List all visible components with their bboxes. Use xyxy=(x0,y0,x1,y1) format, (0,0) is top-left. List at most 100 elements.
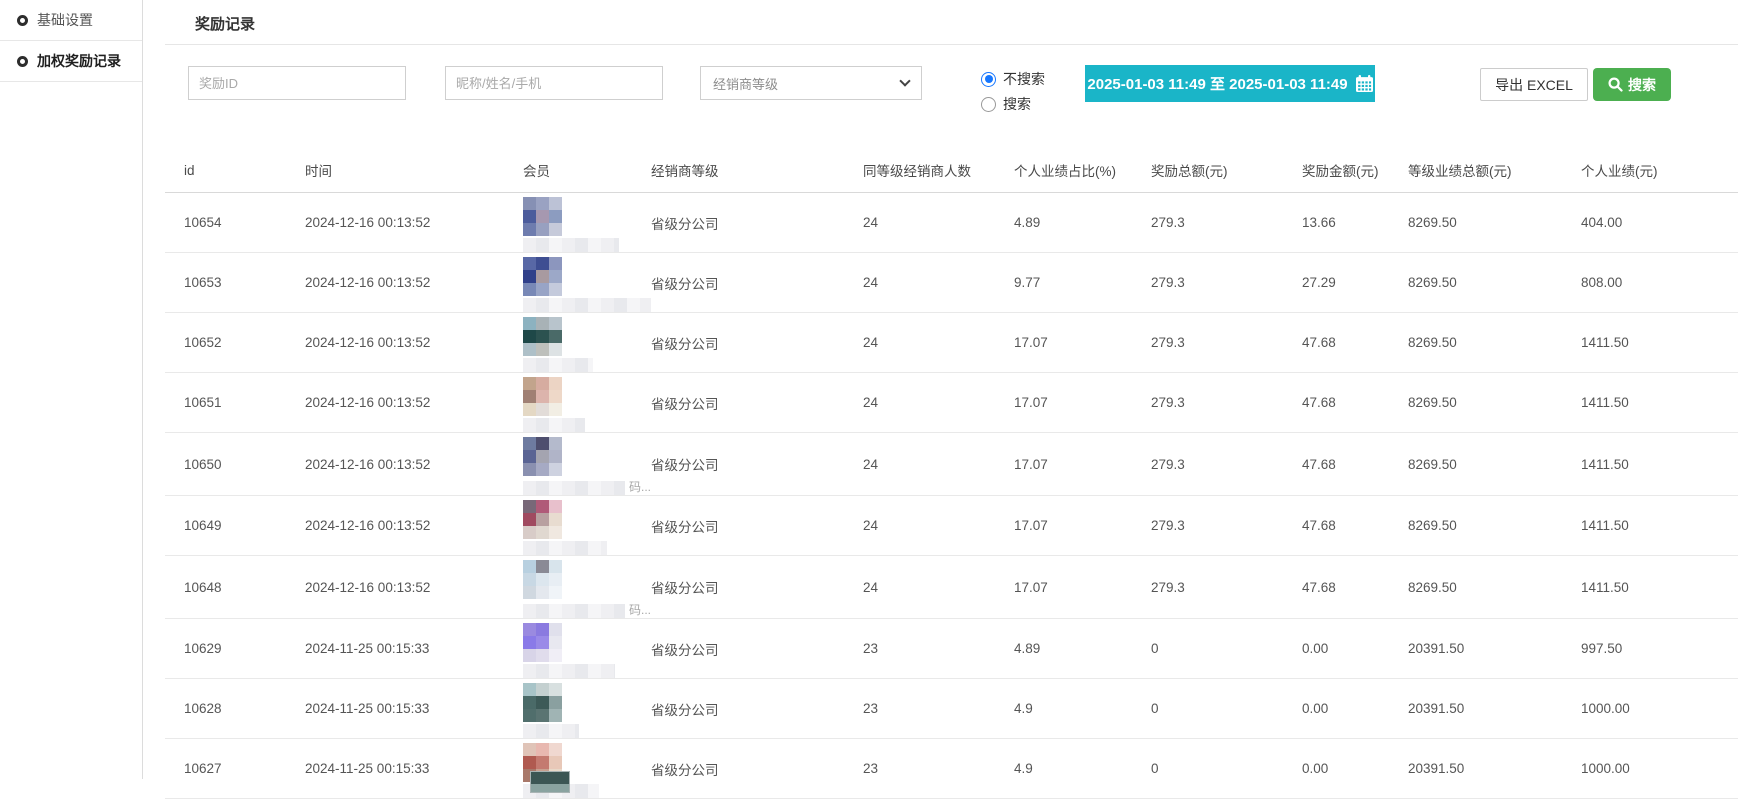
cell-id: 10651 xyxy=(165,373,305,433)
cell-member xyxy=(523,193,651,253)
member-cell xyxy=(523,496,651,555)
radio-no-search[interactable]: 不搜索 xyxy=(981,68,1045,90)
cell-level: 省级分公司 xyxy=(651,496,863,556)
cell-reward_total: 279.3 xyxy=(1151,496,1302,556)
cell-member xyxy=(523,313,651,373)
page-title: 奖励记录 xyxy=(195,13,255,34)
col-header-dealer-level: 经销商等级 xyxy=(651,152,863,193)
member-avatar xyxy=(523,500,562,539)
cell-ratio: 17.07 xyxy=(1014,556,1151,619)
cell-reward_amount: 47.68 xyxy=(1302,373,1408,433)
cell-ratio: 17.07 xyxy=(1014,496,1151,556)
col-header-reward-total: 奖励总额(元) xyxy=(1151,152,1302,193)
partial-avatar xyxy=(530,771,570,793)
cell-peer_count: 23 xyxy=(863,619,1014,679)
cell-level_total: 20391.50 xyxy=(1408,679,1581,739)
cell-time: 2024-12-16 00:13:52 xyxy=(305,193,523,253)
date-range-button[interactable]: 2025-01-03 11:49 至 2025-01-03 11:49 xyxy=(1085,65,1375,102)
member-name-suffix: 码... xyxy=(629,601,651,618)
member-cell xyxy=(523,193,651,252)
member-avatar xyxy=(523,623,562,662)
member-cell: 码... xyxy=(523,556,651,618)
cell-reward_total: 0 xyxy=(1151,679,1302,739)
cell-reward_total: 279.3 xyxy=(1151,193,1302,253)
cell-member: 码... xyxy=(523,556,651,619)
radio-search[interactable]: 搜索 xyxy=(981,93,1045,115)
cell-reward_amount: 0.00 xyxy=(1302,739,1408,799)
cell-id: 10627 xyxy=(165,739,305,799)
sidebar-item-basic-settings[interactable]: 基础设置 xyxy=(0,0,142,41)
reward-id-input[interactable] xyxy=(188,66,406,100)
cell-time: 2024-11-25 00:15:33 xyxy=(305,619,523,679)
search-button[interactable]: 搜索 xyxy=(1593,68,1671,101)
cell-personal: 1000.00 xyxy=(1581,739,1738,799)
cell-id: 10652 xyxy=(165,313,305,373)
cell-ratio: 4.89 xyxy=(1014,193,1151,253)
cell-reward_amount: 0.00 xyxy=(1302,619,1408,679)
member-name-blurred xyxy=(523,481,625,495)
sidebar-item-weighted-reward-records[interactable]: 加权奖励记录 xyxy=(0,41,142,82)
cell-level: 省级分公司 xyxy=(651,679,863,739)
cell-member xyxy=(523,373,651,433)
radio-no-search-label: 不搜索 xyxy=(1003,69,1045,89)
cell-ratio: 4.9 xyxy=(1014,679,1151,739)
table-row: 106272024-11-25 00:15:33省级分公司234.900.002… xyxy=(165,739,1738,799)
member-avatar xyxy=(523,377,562,416)
cell-reward_amount: 27.29 xyxy=(1302,253,1408,313)
member-avatar xyxy=(523,560,562,599)
cell-level: 省级分公司 xyxy=(651,253,863,313)
cell-ratio: 9.77 xyxy=(1014,253,1151,313)
col-header-id: id xyxy=(165,152,305,193)
cell-level: 省级分公司 xyxy=(651,373,863,433)
cell-level: 省级分公司 xyxy=(651,433,863,496)
cell-reward_amount: 47.68 xyxy=(1302,433,1408,496)
cell-peer_count: 24 xyxy=(863,253,1014,313)
dealer-level-select-value: 经销商等级 xyxy=(713,74,778,93)
cell-ratio: 4.9 xyxy=(1014,739,1151,799)
cell-time: 2024-12-16 00:13:52 xyxy=(305,496,523,556)
cell-time: 2024-11-25 00:15:33 xyxy=(305,679,523,739)
cell-level: 省级分公司 xyxy=(651,739,863,799)
date-range-text: 2025-01-03 11:49 至 2025-01-03 11:49 xyxy=(1087,73,1347,94)
cell-reward_amount: 47.68 xyxy=(1302,496,1408,556)
cell-personal: 1411.50 xyxy=(1581,373,1738,433)
member-name-blurred xyxy=(523,358,593,372)
member-name-blurred xyxy=(523,604,625,618)
cell-member xyxy=(523,619,651,679)
cell-peer_count: 23 xyxy=(863,739,1014,799)
cell-id: 10649 xyxy=(165,496,305,556)
cell-id: 10628 xyxy=(165,679,305,739)
cell-personal: 1411.50 xyxy=(1581,313,1738,373)
export-excel-button[interactable]: 导出 EXCEL xyxy=(1480,68,1588,101)
member-cell xyxy=(523,253,651,312)
title-divider xyxy=(165,44,1738,45)
cell-id: 10650 xyxy=(165,433,305,496)
nickname-input[interactable] xyxy=(445,66,663,100)
member-name-blurred xyxy=(523,724,579,738)
calendar-icon xyxy=(1356,75,1373,92)
col-header-level-total: 等级业绩总额(元) xyxy=(1408,152,1581,193)
radio-unselected-icon[interactable] xyxy=(981,97,996,112)
cell-time: 2024-12-16 00:13:52 xyxy=(305,313,523,373)
col-header-time: 时间 xyxy=(305,152,523,193)
cell-ratio: 17.07 xyxy=(1014,313,1151,373)
radio-selected-icon[interactable] xyxy=(981,72,996,87)
search-button-label: 搜索 xyxy=(1628,75,1656,95)
dealer-level-select[interactable]: 经销商等级 xyxy=(700,66,922,100)
member-name-blurred xyxy=(523,418,585,432)
cell-ratio: 17.07 xyxy=(1014,433,1151,496)
table-row: 106502024-12-16 00:13:52码...省级分公司2417.07… xyxy=(165,433,1738,496)
cell-member xyxy=(523,679,651,739)
cell-member: 码... xyxy=(523,433,651,496)
table-row: 106512024-12-16 00:13:52省级分公司2417.07279.… xyxy=(165,373,1738,433)
cell-reward_total: 279.3 xyxy=(1151,253,1302,313)
cell-time: 2024-12-16 00:13:52 xyxy=(305,373,523,433)
cell-time: 2024-11-25 00:15:33 xyxy=(305,739,523,799)
table-row: 106282024-11-25 00:15:33省级分公司234.900.002… xyxy=(165,679,1738,739)
cell-peer_count: 24 xyxy=(863,193,1014,253)
cell-reward_total: 279.3 xyxy=(1151,433,1302,496)
cell-peer_count: 24 xyxy=(863,373,1014,433)
member-avatar xyxy=(523,683,562,722)
cell-peer_count: 24 xyxy=(863,556,1014,619)
cell-reward_amount: 0.00 xyxy=(1302,679,1408,739)
